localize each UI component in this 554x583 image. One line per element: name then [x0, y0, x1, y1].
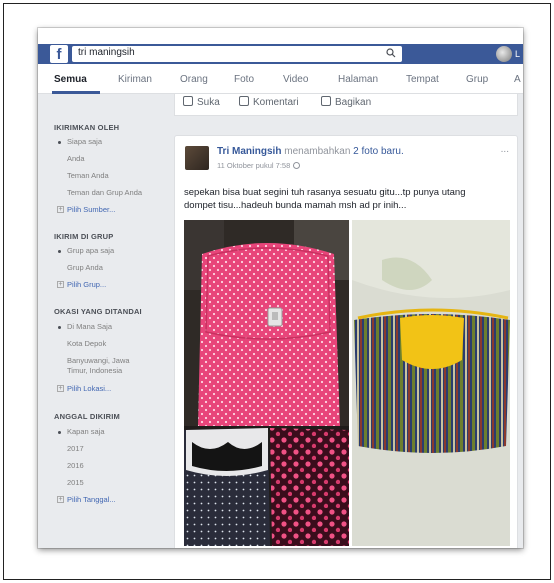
search-input[interactable]: tri maningsih	[72, 46, 402, 62]
post-time-text[interactable]: 11 Oktober pukul 7:58	[217, 161, 290, 170]
active-tab-indicator	[52, 91, 100, 94]
filter-option-friends-groups[interactable]: Teman dan Grup Anda	[67, 188, 142, 198]
like-button[interactable]: Suka	[183, 96, 220, 108]
filter-option-your-groups[interactable]: Grup Anda	[67, 263, 103, 273]
profile-avatar[interactable]	[496, 46, 512, 62]
tab-video[interactable]: Video	[283, 74, 308, 85]
tab-kiriman[interactable]: Kiriman	[118, 74, 152, 85]
comment-button[interactable]: Komentari	[239, 96, 299, 108]
selected-bullet-icon	[58, 326, 61, 329]
post-text: sepekan bisa buat segini tuh rasanya ses…	[184, 186, 510, 212]
filter-title-posted-by: IKIRIMKAN OLEH	[54, 123, 120, 132]
post-photos	[184, 220, 510, 546]
globe-icon	[293, 162, 301, 169]
tab-semua[interactable]: Semua	[54, 74, 87, 85]
tab-halaman[interactable]: Halaman	[338, 74, 378, 85]
search-filter-sidebar: IKIRIMKAN OLEH Siapa saja Anda Teman And…	[38, 95, 160, 548]
author-name[interactable]: Tri Maningsih	[217, 146, 281, 157]
filter-option-2016[interactable]: 2016	[67, 461, 84, 471]
filter-title-date-posted: ANGGAL DIKIRIM	[54, 412, 120, 421]
photo-pink-backpack[interactable]	[184, 220, 349, 546]
photo-striped-pouch[interactable]	[352, 220, 510, 546]
tab-grup[interactable]: Grup	[466, 74, 488, 85]
post-action-link[interactable]: 2 foto baru.	[353, 146, 404, 157]
selected-bullet-icon	[58, 141, 61, 144]
tab-foto[interactable]: Foto	[234, 74, 254, 85]
share-icon	[321, 96, 331, 106]
filter-option-any-time[interactable]: Kapan saja	[67, 427, 105, 437]
post-timestamp[interactable]: 11 Oktober pukul 7:58	[217, 161, 301, 170]
plus-icon: +	[57, 206, 64, 213]
plus-icon: +	[57, 496, 64, 503]
photo-pink-backpack-image	[184, 220, 349, 546]
facebook-logo-icon[interactable]: f	[50, 45, 68, 63]
filter-option-depok[interactable]: Kota Depok	[67, 339, 106, 349]
filter-option-anywhere[interactable]: Di Mana Saja	[67, 322, 112, 332]
choose-date-link[interactable]: Pilih Tanggal...	[67, 495, 116, 504]
author-avatar[interactable]	[185, 146, 209, 170]
filter-option-2017[interactable]: 2017	[67, 444, 84, 454]
share-label: Bagikan	[335, 97, 372, 108]
selected-bullet-icon	[58, 431, 61, 434]
comment-icon	[239, 96, 249, 106]
filter-option-banyuwangi-line2[interactable]: Timur, Indonesia	[67, 366, 122, 376]
plus-icon: +	[57, 385, 64, 392]
filter-title-posted-in-group: IKIRIM DI GRUP	[54, 232, 114, 241]
filter-option-friends[interactable]: Teman Anda	[67, 171, 109, 181]
filter-option-banyuwangi[interactable]: Banyuwangi, Jawa	[67, 356, 130, 366]
share-button[interactable]: Bagikan	[321, 96, 371, 108]
previous-post-actions: Suka Komentari Bagikan	[174, 94, 518, 116]
tab-more[interactable]: A	[514, 74, 521, 85]
post-options-icon[interactable]: ...	[501, 144, 509, 155]
choose-group-link[interactable]: Pilih Grup...	[67, 280, 106, 289]
filter-option-any-group[interactable]: Grup apa saja	[67, 246, 114, 256]
choose-source-link[interactable]: Pilih Sumber...	[67, 205, 115, 214]
tab-tempat[interactable]: Tempat	[406, 74, 439, 85]
tab-orang[interactable]: Orang	[180, 74, 208, 85]
filter-option-anyone[interactable]: Siapa saja	[67, 137, 102, 147]
like-label: Suka	[197, 97, 220, 108]
top-bar: f tri maningsih L	[38, 28, 523, 64]
post-text-line-1: sepekan bisa buat segini tuh rasanya ses…	[184, 187, 466, 198]
like-icon	[183, 96, 193, 106]
filter-option-2015[interactable]: 2015	[67, 478, 84, 488]
profile-name[interactable]: L	[515, 49, 520, 59]
facebook-search-window: f tri maningsih L Semua Kiriman Orang Fo…	[38, 28, 523, 548]
choose-location-link[interactable]: Pilih Lokasi...	[67, 384, 111, 393]
post-card: Tri Maningsih menambahkan 2 foto baru. 1…	[174, 135, 518, 548]
post-text-line-2: dompet tisu...hadeuh bunda mamah msh ad …	[184, 200, 407, 211]
filter-title-tagged-location: OKASI YANG DITANDAI	[54, 307, 142, 316]
post-action-text: menambahkan	[284, 146, 351, 157]
photo-striped-pouch-image	[352, 220, 510, 546]
search-query[interactable]: tri maningsih	[78, 47, 135, 58]
comment-label: Komentari	[253, 97, 299, 108]
post-header: Tri Maningsih menambahkan 2 foto baru.	[217, 146, 404, 157]
search-icon[interactable]	[386, 48, 396, 58]
selected-bullet-icon	[58, 250, 61, 253]
filter-option-you[interactable]: Anda	[67, 154, 85, 164]
plus-icon: +	[57, 281, 64, 288]
screenshot-border: f tri maningsih L Semua Kiriman Orang Fo…	[3, 3, 551, 580]
search-filter-tabs: Semua Kiriman Orang Foto Video Halaman T…	[38, 64, 523, 94]
